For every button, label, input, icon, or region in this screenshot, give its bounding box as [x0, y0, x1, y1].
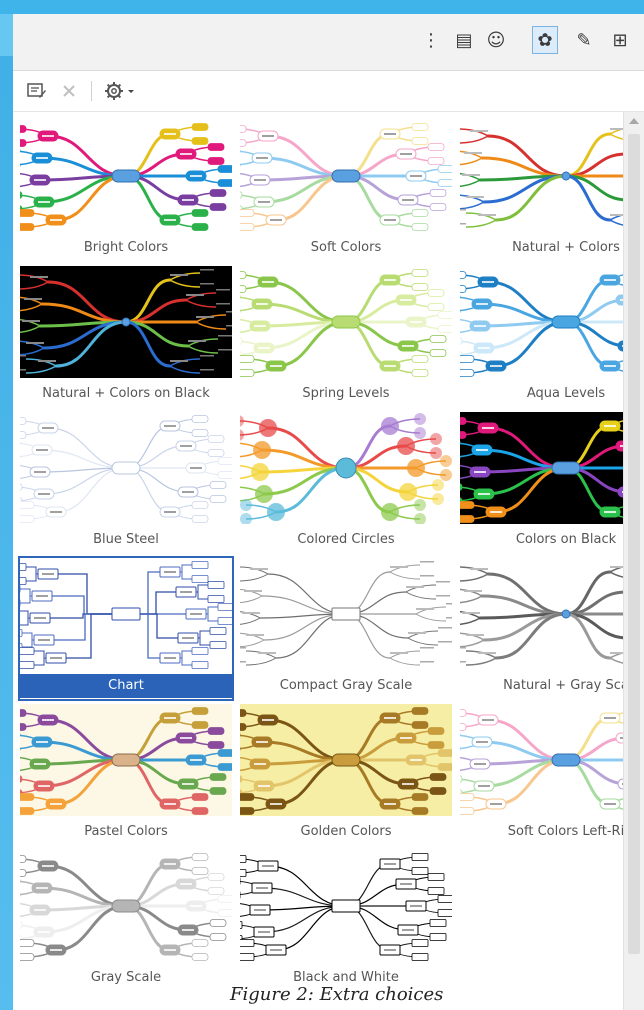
style-tile-label: Colored Circles [297, 532, 395, 547]
style-tile[interactable]: Natural + Colors [458, 118, 644, 263]
figure-caption: Figure 2: Extra choices [230, 984, 444, 1005]
style-tile[interactable]: Gray Scale [18, 848, 234, 993]
panel-header: ⋮ ▤ ☺ ✿ ✎ ⊞ [13, 14, 644, 71]
style-tile[interactable]: Natural + Colors on Black [18, 264, 234, 409]
pin-icon[interactable]: ✎ [571, 26, 597, 54]
style-tile-label: Spring Levels [302, 386, 390, 401]
palette-icon[interactable]: ✿ [532, 26, 558, 54]
style-tile[interactable]: Golden Colors [238, 702, 454, 847]
style-tile-label: Gray Scale [90, 970, 162, 985]
style-preview-thumbnail [240, 850, 452, 962]
style-tile[interactable]: Aqua Levels [458, 264, 644, 409]
delete-icon[interactable] [59, 79, 79, 103]
style-tile[interactable]: Black and White [238, 848, 454, 993]
vertical-scrollbar[interactable] [623, 112, 644, 1010]
gallery-toolbar [13, 71, 644, 112]
style-tile[interactable]: Chart [18, 556, 234, 701]
settings-dropdown-icon[interactable] [103, 79, 139, 103]
style-preview-thumbnail [240, 704, 452, 816]
style-tile-label: Compact Gray Scale [279, 678, 413, 693]
scroll-up-icon[interactable] [629, 118, 639, 124]
style-tile[interactable]: Soft Colors [238, 118, 454, 263]
style-tile[interactable]: Soft Colors Left-Ri [458, 702, 644, 847]
style-tile[interactable]: Bright Colors [18, 118, 234, 263]
scrollbar-thumb[interactable] [628, 134, 640, 954]
style-preview-thumbnail [460, 412, 644, 524]
style-tile[interactable]: Pastel Colors [18, 702, 234, 847]
left-window-edge [0, 56, 13, 1010]
style-preview-thumbnail [240, 120, 452, 232]
style-preview-thumbnail [240, 266, 452, 378]
style-preview-thumbnail [20, 558, 232, 670]
style-tile-label: Aqua Levels [526, 386, 606, 401]
style-tile[interactable]: Spring Levels [238, 264, 454, 409]
style-tile[interactable]: Natural + Gray Sca [458, 556, 644, 701]
style-preview-thumbnail [240, 558, 452, 670]
style-tile-label: Natural + Colors [512, 240, 620, 255]
style-preview-thumbnail [460, 558, 644, 670]
style-tile-label: Chart [18, 674, 234, 698]
style-tile-label: Golden Colors [300, 824, 392, 839]
presentation-icon[interactable]: ⊞ [607, 26, 633, 54]
style-tile[interactable]: Compact Gray Scale [238, 556, 454, 701]
style-tile-label: Pastel Colors [84, 824, 168, 839]
style-preview-thumbnail [460, 266, 644, 378]
style-tile-label: Natural + Gray Sca [503, 678, 629, 693]
toolbar-divider [91, 81, 92, 101]
style-tile-label: Soft Colors [310, 240, 382, 255]
style-preview-thumbnail [460, 120, 644, 232]
style-preview-thumbnail [460, 704, 644, 816]
tree-layout-icon[interactable]: ⋮ [418, 26, 444, 54]
style-tile-label: Natural + Colors on Black [42, 386, 210, 401]
style-preview-thumbnail [240, 412, 452, 524]
style-preview-thumbnail [20, 266, 232, 378]
style-tile-label: Colors on Black [515, 532, 617, 547]
style-tile-label: Blue Steel [93, 532, 159, 547]
style-preview-thumbnail [20, 412, 232, 524]
style-tile-label: Bright Colors [83, 240, 169, 255]
style-tile[interactable]: Blue Steel [18, 410, 234, 555]
style-gallery: Bright Colors Soft Colors Natural + Colors… [13, 112, 644, 1010]
edit-style-icon[interactable] [25, 79, 49, 103]
style-gallery-panel: ⋮ ▤ ☺ ✿ ✎ ⊞ Bright Colors Soft Colors Natu… [13, 14, 644, 1010]
style-tile[interactable]: Colored Circles [238, 410, 454, 555]
style-preview-thumbnail [20, 120, 232, 232]
window-top-strip [0, 0, 644, 14]
style-preview-thumbnail [20, 850, 232, 962]
style-tile-label: Soft Colors Left-Ri [507, 824, 625, 839]
notes-icon[interactable]: ▤ [451, 26, 477, 54]
style-tile[interactable]: Colors on Black [458, 410, 644, 555]
smiley-icon[interactable]: ☺ [483, 26, 509, 54]
style-preview-thumbnail [20, 704, 232, 816]
